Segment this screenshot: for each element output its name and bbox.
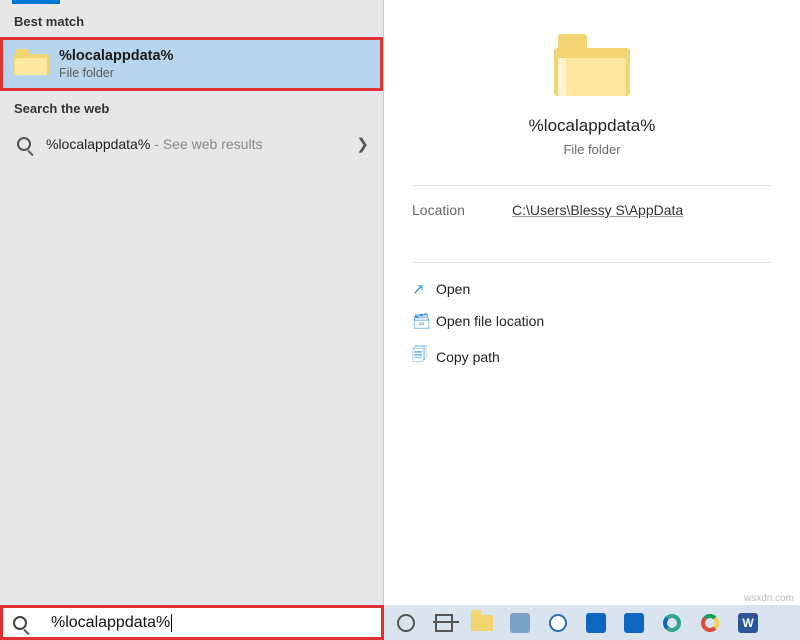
word-icon[interactable]: W bbox=[736, 611, 760, 635]
cortana-icon[interactable] bbox=[394, 611, 418, 635]
taskbar: %localappdata% W bbox=[0, 605, 800, 640]
web-item-label: %localappdata% bbox=[46, 136, 150, 152]
open-location-icon: 🗃 bbox=[412, 312, 436, 330]
location-path[interactable]: C:\Users\Blessy S\AppData bbox=[512, 202, 683, 218]
search-icon bbox=[14, 134, 34, 154]
mail-icon[interactable] bbox=[622, 611, 646, 635]
search-results-pane: Best match %localappdata% File folder Se… bbox=[0, 0, 384, 605]
app-icon[interactable] bbox=[508, 611, 532, 635]
search-icon bbox=[13, 616, 27, 630]
location-label: Location bbox=[412, 202, 512, 218]
edge-icon[interactable] bbox=[660, 611, 684, 635]
taskbar-search-input[interactable]: %localappdata% bbox=[51, 614, 170, 632]
location-row: Location C:\Users\Blessy S\AppData bbox=[412, 186, 772, 234]
taskbar-icons: W bbox=[394, 611, 760, 635]
preview-pane: %localappdata% File folder Location C:\U… bbox=[384, 0, 800, 605]
search-web-item[interactable]: %localappdata% - See web results ❯ bbox=[0, 124, 383, 164]
store-icon[interactable] bbox=[584, 611, 608, 635]
folder-icon-large bbox=[554, 34, 630, 96]
file-explorer-icon[interactable] bbox=[470, 611, 494, 635]
action-open[interactable]: ↗ Open bbox=[412, 273, 772, 305]
preview-title: %localappdata% bbox=[412, 116, 772, 136]
actions-list: ↗ Open 🗃 Open file location 🗐 Copy path bbox=[412, 263, 772, 386]
open-icon: ↗ bbox=[412, 280, 436, 298]
action-open-location[interactable]: 🗃 Open file location bbox=[412, 305, 772, 337]
action-label: Open bbox=[436, 281, 470, 297]
best-match-subtitle: File folder bbox=[59, 66, 173, 80]
copy-icon: 🗐 bbox=[412, 344, 436, 369]
chevron-right-icon: ❯ bbox=[356, 135, 369, 153]
best-match-item[interactable]: %localappdata% File folder bbox=[0, 37, 383, 91]
action-label: Copy path bbox=[436, 349, 500, 365]
chrome-icon[interactable] bbox=[698, 611, 722, 635]
watermark: wsxdn.com bbox=[744, 593, 794, 604]
best-match-header: Best match bbox=[0, 4, 383, 37]
action-label: Open file location bbox=[436, 313, 544, 329]
taskbar-search-box[interactable]: %localappdata% bbox=[0, 605, 384, 640]
best-match-text: %localappdata% File folder bbox=[59, 48, 173, 80]
text-caret bbox=[171, 614, 172, 632]
folder-icon bbox=[13, 49, 49, 79]
web-item-hint: - See web results bbox=[154, 136, 262, 152]
search-web-header: Search the web bbox=[0, 91, 383, 124]
task-view-icon[interactable] bbox=[432, 611, 456, 635]
best-match-title: %localappdata% bbox=[59, 48, 173, 64]
dell-icon[interactable] bbox=[546, 611, 570, 635]
preview-subtitle: File folder bbox=[412, 142, 772, 157]
action-copy-path[interactable]: 🗐 Copy path bbox=[412, 337, 772, 376]
